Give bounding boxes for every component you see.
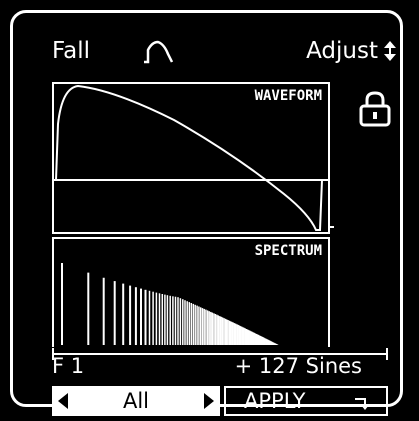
- up-down-arrows-icon[interactable]: [382, 39, 398, 63]
- adjust-label[interactable]: Adjust: [306, 36, 378, 66]
- waveform-tick-icon: [328, 226, 334, 228]
- spectrum-graph: [61, 263, 279, 345]
- fundamental-label: F 1: [52, 354, 85, 378]
- waveform-graph: [54, 84, 328, 231]
- left-arrow-icon[interactable]: [58, 393, 68, 409]
- fall-curve-icon: [144, 40, 174, 64]
- return-arrow-icon: [355, 398, 369, 410]
- screen: Fall Adjust WAVEFORM SPECTRUM F 1 + 127 …: [38, 36, 398, 416]
- padlock-icon[interactable]: [358, 90, 392, 128]
- filter-all-selector[interactable]: All: [52, 386, 220, 416]
- mode-label[interactable]: Fall: [52, 36, 90, 66]
- spectrum-panel: SPECTRUM: [52, 237, 330, 347]
- sines-count: + 127 Sines: [234, 354, 362, 378]
- apply-label: APPLY: [244, 389, 306, 413]
- apply-button[interactable]: APPLY: [224, 386, 388, 416]
- right-arrow-icon[interactable]: [204, 393, 214, 409]
- filter-all-label: All: [122, 389, 150, 413]
- waveform-panel: WAVEFORM: [52, 82, 330, 234]
